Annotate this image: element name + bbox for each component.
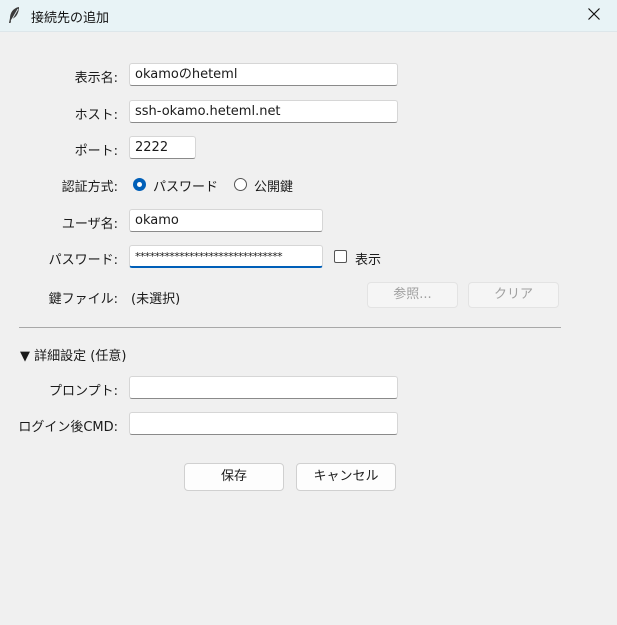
display-name-input[interactable]: okamoのheteml (129, 63, 398, 86)
auth-method-label: 認証方式: (61, 180, 118, 195)
host-label: ホスト: (74, 108, 118, 123)
port-input[interactable]: 2222 (129, 136, 196, 159)
password-input[interactable]: ****************************** (129, 245, 323, 268)
save-button[interactable]: 保存 (184, 463, 284, 491)
prompt-label: プロンプト: (49, 384, 118, 399)
browse-button[interactable]: 参照... (367, 282, 458, 308)
username-label: ユーザ名: (61, 217, 118, 232)
advanced-settings-toggle[interactable]: ▼ 詳細設定 (任意) (20, 345, 126, 364)
username-input[interactable]: okamo (129, 209, 323, 232)
port-label: ポート: (74, 144, 118, 159)
show-password-checkbox[interactable] (334, 250, 347, 263)
show-password-label[interactable]: 表示 (355, 249, 381, 268)
section-divider (19, 327, 561, 328)
keyfile-value: (未選択) (131, 292, 181, 307)
display-name-label: 表示名: (74, 71, 118, 86)
keyfile-label: 鍵ファイル: (48, 292, 118, 307)
radio-unselected-icon[interactable] (234, 178, 247, 191)
password-label: パスワード: (48, 253, 118, 268)
title-bar: 接続先の追加 (0, 0, 617, 32)
radio-selected-icon[interactable] (133, 178, 146, 191)
close-button[interactable] (571, 0, 617, 31)
post-login-cmd-input[interactable] (129, 412, 398, 435)
host-input[interactable]: ssh-okamo.heteml.net (129, 100, 398, 123)
auth-publickey-label[interactable]: 公開鍵 (254, 176, 293, 195)
auth-password-label[interactable]: パスワード (153, 176, 218, 195)
post-login-cmd-label: ログイン後CMD: (18, 420, 118, 435)
window-title: 接続先の追加 (31, 11, 110, 26)
clear-button[interactable]: クリア (468, 282, 559, 308)
close-icon (588, 7, 600, 24)
cancel-button[interactable]: キャンセル (296, 463, 396, 491)
prompt-input[interactable] (129, 376, 398, 399)
feather-icon (7, 6, 21, 24)
